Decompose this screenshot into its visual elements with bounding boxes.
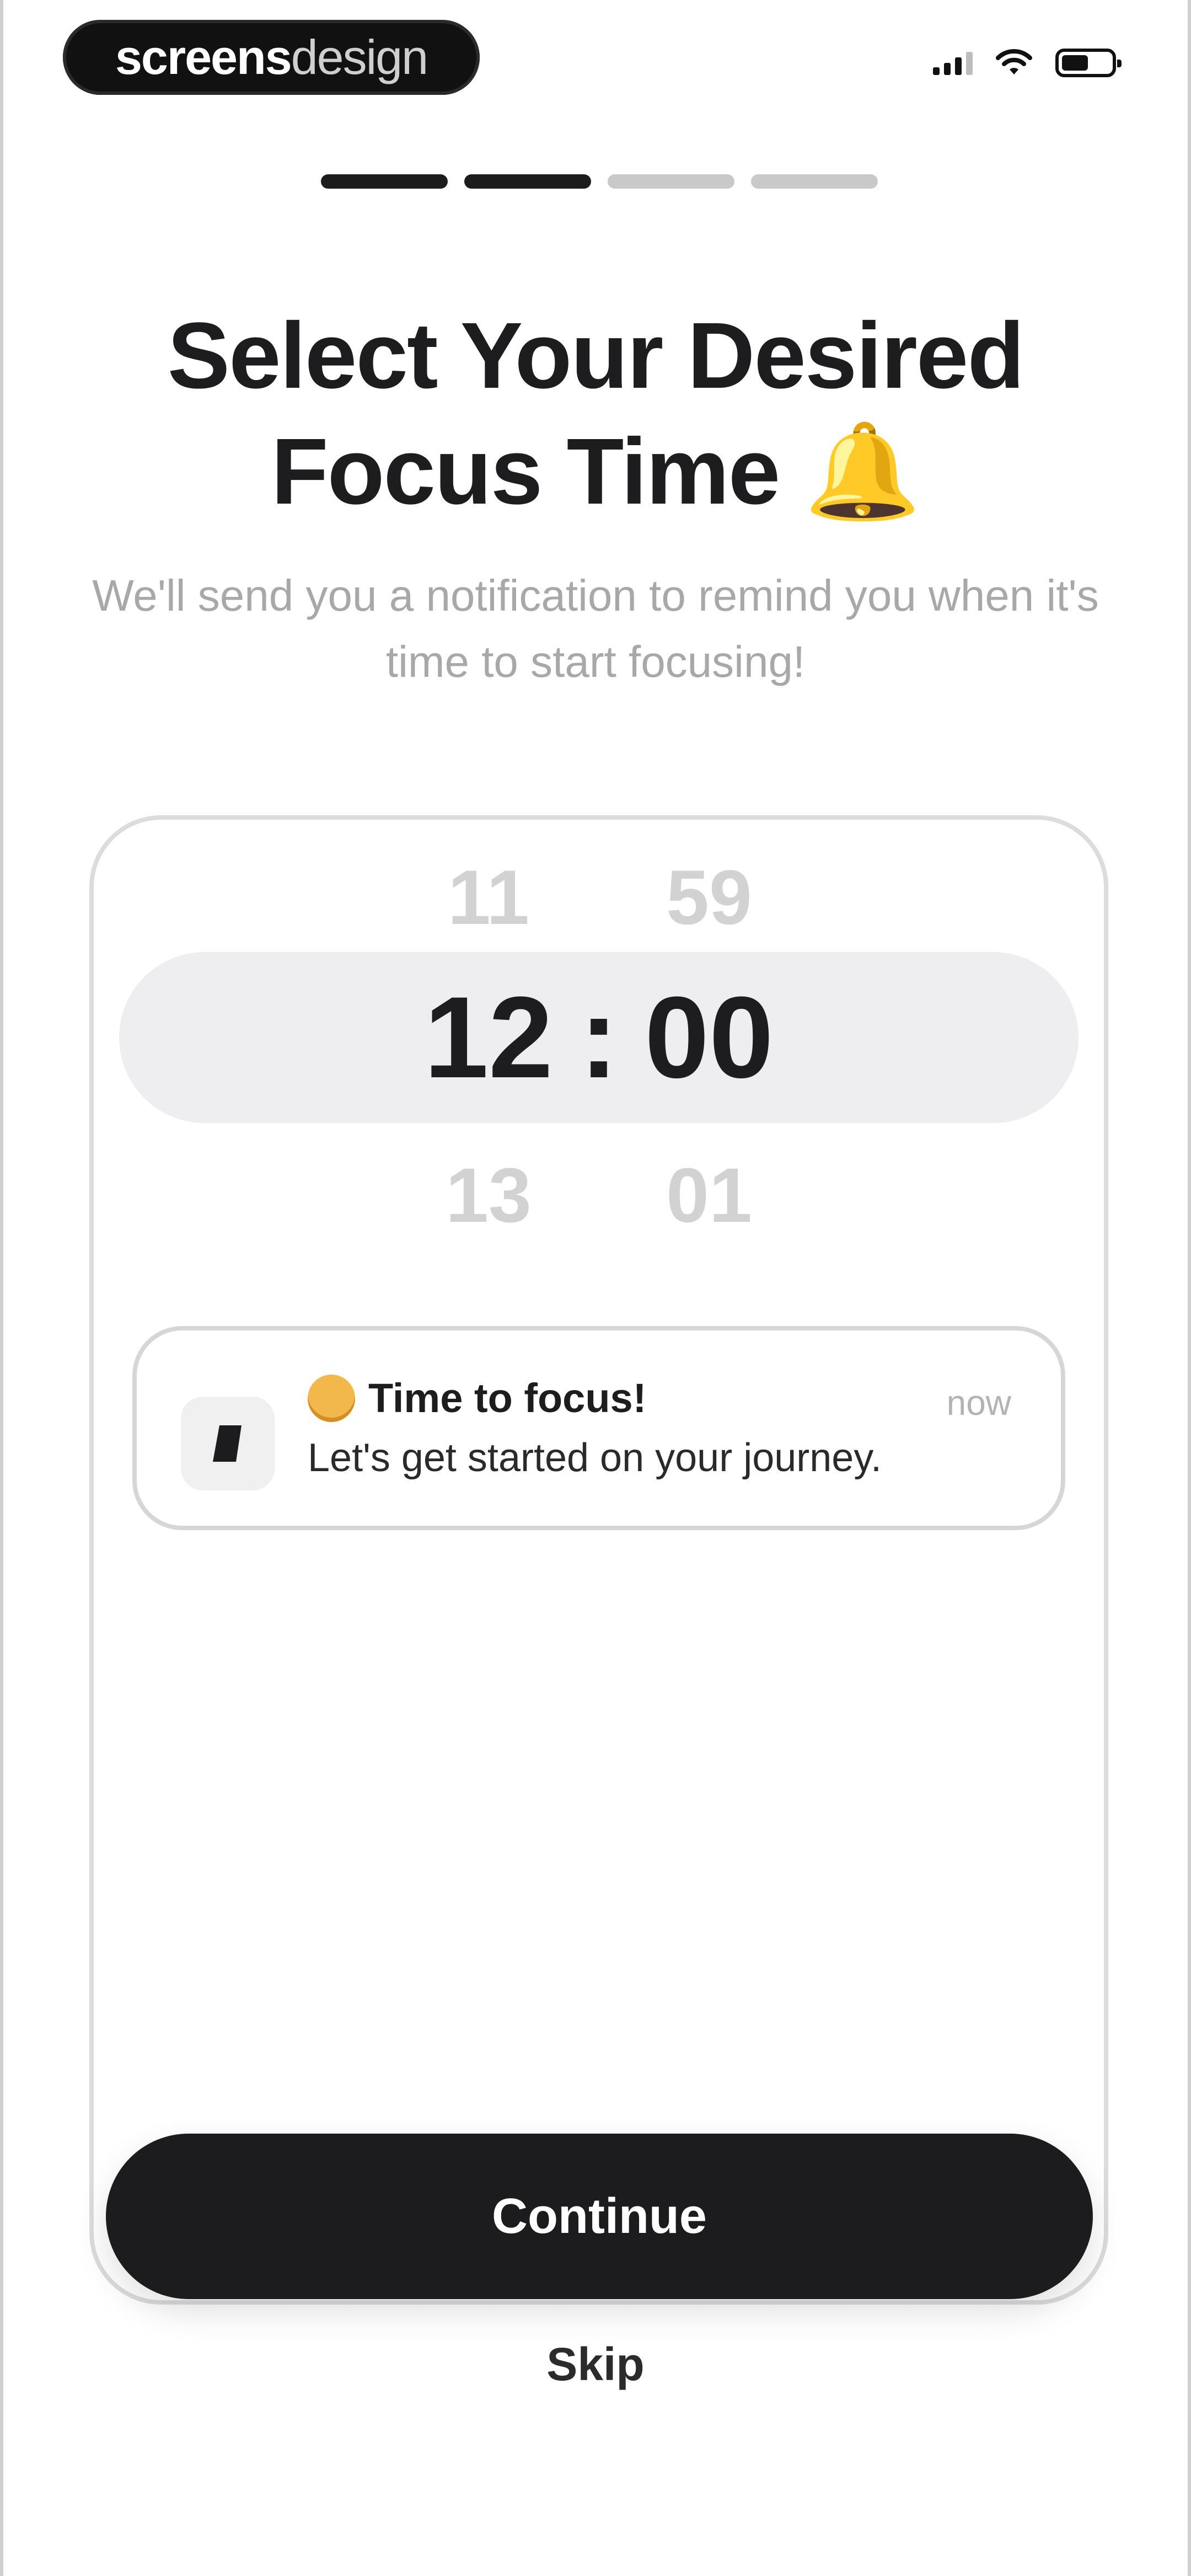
brand-logo-part2: design [291,30,428,84]
progress-step-1 [321,174,448,189]
progress-step-2 [464,174,591,189]
page-subtitle: We'll send you a notification to remind … [92,571,1099,686]
face-emoji-icon [308,1375,355,1422]
hour-wheel[interactable]: 12 [406,971,571,1104]
wifi-icon [996,49,1032,74]
battery-icon [1055,49,1122,77]
time-separator: : [580,972,618,1102]
notification-preview: Time to focus! now Let's get started on … [132,1326,1065,1530]
battery-fill [1062,55,1088,71]
hour-option-above[interactable]: 11 [406,853,571,942]
screen: screensdesign Select Your Desired Focus … [0,0,1191,2576]
cellular-signal-icon [933,51,973,75]
page-title: Select Your Desired Focus Time 🔔 [167,303,1025,524]
brand-logo-part1: screens [115,30,292,84]
hour-option-below[interactable]: 13 [406,1151,571,1240]
status-icons [933,49,1122,77]
progress-steps [321,174,878,189]
minute-wheel[interactable]: 00 [626,971,792,1104]
minute-option-below[interactable]: 01 [626,1151,792,1240]
brand-logo: screensdesign [115,29,428,85]
app-icon [181,1397,275,1490]
notification-time: now [946,1383,1011,1423]
continue-button[interactable]: Continue [106,2134,1093,2299]
focus-app-icon [213,1425,242,1462]
minute-option-above[interactable]: 59 [626,853,792,942]
time-wheel-row-selected[interactable]: 12 : 00 [94,963,1104,1112]
time-picker-card: 11 59 12 : 00 13 01 Time to focus! now L… [89,815,1108,2305]
skip-button[interactable]: Skip [3,2338,1188,2391]
notification-title: Time to focus! [368,1375,647,1421]
progress-step-4 [751,174,878,189]
brand-badge: screensdesign [63,20,480,95]
time-wheel-row-above[interactable]: 11 59 [94,853,1104,942]
progress-step-3 [608,174,734,189]
time-wheel-row-below[interactable]: 13 01 [94,1151,1104,1240]
notification-body: Let's get started on your journey. [308,1436,882,1480]
